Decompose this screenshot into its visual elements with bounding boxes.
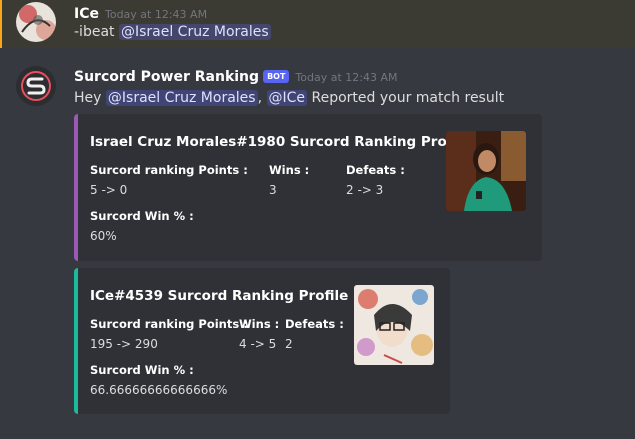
message-text: Reported your match result bbox=[311, 90, 505, 106]
embed-color-bar bbox=[74, 268, 78, 414]
field-value: 3 bbox=[269, 183, 277, 197]
timestamp: Today at 12:43 AM bbox=[295, 71, 398, 84]
user-mention[interactable]: @Israel Cruz Morales bbox=[118, 24, 271, 40]
field-name: Surcord Win % : bbox=[90, 363, 194, 377]
field-value: 60% bbox=[90, 229, 117, 243]
timestamp: Today at 12:43 AM bbox=[104, 8, 208, 21]
embed-title: Israel Cruz Morales#1980 Surcord Ranking… bbox=[90, 134, 471, 150]
field-name: Defeats : bbox=[346, 163, 405, 177]
field-value: 195 -> 290 bbox=[90, 337, 158, 351]
message-text: -ibeat bbox=[74, 24, 115, 40]
message-text: Hey bbox=[74, 90, 102, 106]
message-content: -ibeat @Israel Cruz Morales bbox=[74, 24, 271, 40]
avatar[interactable] bbox=[16, 66, 56, 106]
message-header: Surcord Power Ranking BOT Today at 12:43 A… bbox=[74, 66, 398, 85]
ranking-embed: Israel Cruz Morales#1980 Surcord Ranking… bbox=[74, 114, 542, 261]
bot-badge: BOT bbox=[263, 70, 290, 83]
message-ice: ICe Today at 12:43 AM -ibeat @Israel Cruz… bbox=[0, 0, 635, 48]
ranking-embed: ICe#4539 Surcord Ranking Profile Surcord… bbox=[74, 268, 450, 414]
embed-color-bar bbox=[74, 114, 78, 261]
field-value: 2 -> 3 bbox=[346, 183, 384, 197]
message-header: ICe Today at 12:43 AM bbox=[74, 3, 207, 22]
field-value: 4 -> 5 bbox=[239, 337, 277, 351]
field-name: Defeats : bbox=[285, 317, 344, 331]
user-mention[interactable]: @Israel Cruz Morales bbox=[105, 90, 258, 106]
field-name: Surcord Win % : bbox=[90, 209, 194, 223]
field-value: 2 bbox=[285, 337, 293, 351]
message-content: Hey @Israel Cruz Morales, @ICe Reported … bbox=[74, 90, 504, 106]
field-name: Wins : bbox=[239, 317, 280, 331]
field-name: Surcord ranking Points : bbox=[90, 317, 248, 331]
mention-highlight-bar bbox=[0, 0, 2, 48]
user-mention[interactable]: @ICe bbox=[266, 90, 308, 106]
field-value: 66.66666666666666% bbox=[90, 383, 228, 397]
field-name: Wins : bbox=[269, 163, 310, 177]
avatar[interactable] bbox=[16, 2, 56, 42]
embed-thumbnail[interactable] bbox=[354, 285, 434, 365]
username[interactable]: ICe bbox=[74, 6, 99, 22]
embed-title: ICe#4539 Surcord Ranking Profile bbox=[90, 288, 349, 304]
username[interactable]: Surcord Power Ranking bbox=[74, 69, 259, 85]
embed-thumbnail[interactable] bbox=[446, 131, 526, 211]
field-value: 5 -> 0 bbox=[90, 183, 128, 197]
field-name: Surcord ranking Points : bbox=[90, 163, 248, 177]
mention-separator: , bbox=[257, 90, 263, 106]
